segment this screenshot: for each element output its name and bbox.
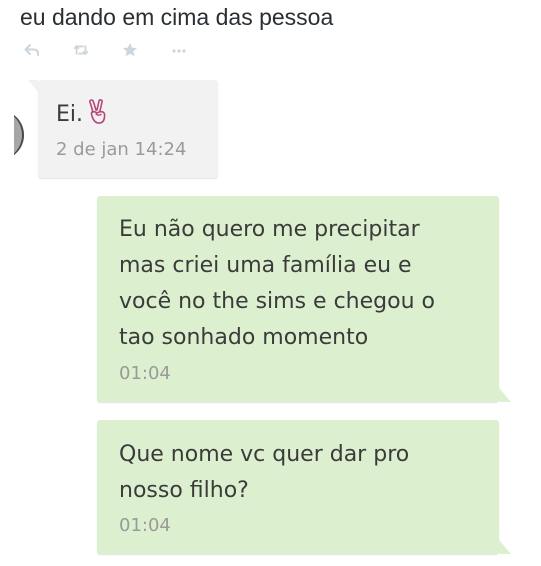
bubble-tail bbox=[499, 388, 511, 402]
more-options-icon[interactable] bbox=[171, 42, 187, 58]
message-line: Que nome vc quer dar pro bbox=[119, 442, 410, 467]
message-line: mas criei uma família eu e bbox=[119, 253, 412, 278]
reply-icon[interactable] bbox=[24, 42, 40, 58]
bubble-tail bbox=[499, 540, 511, 554]
contact-avatar[interactable] bbox=[14, 110, 26, 160]
outgoing-message-bubble[interactable]: Que nome vc quer dar pro nosso filho? 01… bbox=[97, 420, 511, 554]
message-line: tao sonhado momento bbox=[119, 325, 369, 350]
tweet-actions bbox=[24, 42, 220, 58]
incoming-message-bubble[interactable]: Ei. 2 de jan 14:24 bbox=[28, 80, 218, 178]
bubble-tail bbox=[28, 80, 38, 92]
favorite-star-icon[interactable] bbox=[122, 42, 138, 58]
message-text: Que nome vc quer dar pro nosso filho? bbox=[119, 437, 409, 509]
outgoing-message-bubble[interactable]: Eu não quero me precipitar mas criei uma… bbox=[97, 196, 511, 402]
message-line: você no the sims e chegou o bbox=[119, 289, 435, 314]
tweet-text: eu dando em cima das pessoa bbox=[20, 4, 334, 30]
victory-hand-emoji bbox=[87, 99, 109, 137]
message-line: Eu não quero me precipitar bbox=[119, 217, 420, 242]
message-text-content: Ei. bbox=[56, 102, 84, 127]
retweet-icon[interactable] bbox=[73, 42, 89, 58]
message-timestamp: 2 de jan 14:24 bbox=[56, 139, 187, 160]
message-line: nosso filho? bbox=[119, 478, 249, 503]
avatar-image bbox=[14, 110, 24, 160]
message-text: Ei. bbox=[56, 97, 109, 137]
message-text: Eu não quero me precipitar mas criei uma… bbox=[119, 212, 435, 356]
message-timestamp: 01:04 bbox=[119, 515, 171, 536]
message-timestamp: 01:04 bbox=[119, 363, 171, 384]
